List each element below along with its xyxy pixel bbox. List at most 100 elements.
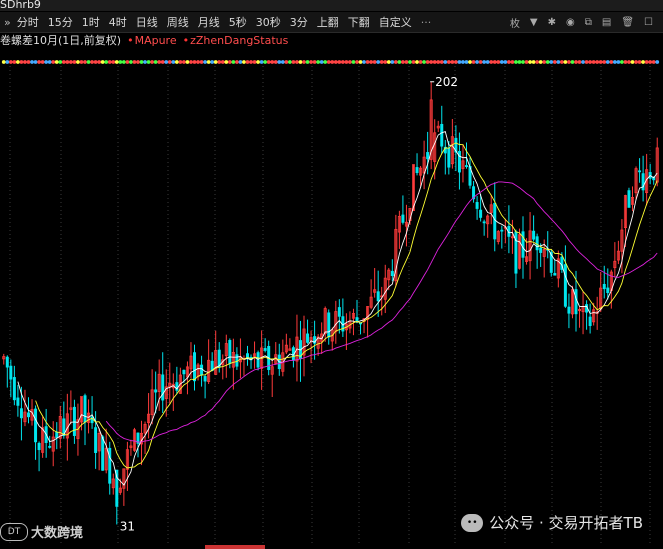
status-dot [584, 60, 589, 64]
timeframe-button[interactable]: 自定义 [379, 14, 412, 30]
status-dot [482, 60, 487, 64]
status-dot [577, 60, 582, 64]
status-dot [439, 60, 444, 64]
status-dot [291, 60, 296, 64]
candle-body [154, 389, 158, 393]
timeframe-button[interactable]: 1时 [82, 14, 100, 30]
candle-body [464, 165, 468, 167]
timeframe-button[interactable]: 3分 [290, 14, 308, 30]
status-dot [598, 60, 603, 64]
status-dot [627, 60, 631, 64]
status-dot [167, 60, 172, 64]
chart-legend: 卷螺差10月(1日,前复权) •MApure •zZhenDangStatus [0, 32, 294, 48]
window-icon[interactable]: ☐ [644, 17, 653, 28]
status-dot [563, 60, 568, 64]
indicator-legend-item[interactable]: •zZhenDangStatus [183, 34, 289, 47]
status-dot [436, 60, 441, 64]
status-dot [118, 60, 123, 64]
candle-body [447, 147, 451, 168]
timeframe-button[interactable]: 4时 [109, 14, 127, 30]
timeframe-button[interactable]: 周线 [167, 14, 189, 30]
status-dot [503, 60, 508, 64]
status-dot [280, 60, 285, 64]
candle-body [574, 289, 578, 315]
status-dot [340, 60, 345, 64]
status-dot [616, 60, 621, 64]
status-dot [510, 60, 515, 64]
timeframe-button[interactable]: 30秒 [256, 14, 281, 30]
status-dot [65, 60, 70, 64]
candle-body [72, 406, 76, 436]
timeframe-button[interactable]: 日线 [136, 14, 158, 30]
eye-icon[interactable]: ◉ [566, 17, 575, 28]
horizontal-scrollbar[interactable] [205, 545, 265, 549]
status-dot [266, 60, 271, 64]
status-dot [602, 60, 607, 64]
max-label: 202 [435, 75, 458, 89]
status-dot [5, 60, 10, 64]
status-dot [457, 60, 462, 64]
status-dot [549, 60, 554, 64]
status-dot [33, 60, 38, 64]
status-dot [160, 60, 165, 64]
status-dot [206, 60, 211, 64]
status-dot [319, 60, 324, 64]
brand-logo: DT [0, 522, 28, 541]
status-dot [415, 60, 419, 64]
status-dot [418, 60, 423, 64]
settings-icon[interactable]: ✱ [548, 17, 556, 28]
candle-body [327, 312, 331, 338]
status-dot [132, 60, 137, 64]
status-dot [114, 60, 119, 64]
candle-body [588, 316, 592, 326]
status-dot [425, 60, 430, 64]
timeframe-button[interactable]: 下翻 [348, 14, 370, 30]
candle-body [535, 236, 539, 251]
price-chart[interactable]: 202 31 [0, 52, 663, 544]
note-icon[interactable]: 枚 [510, 15, 520, 30]
candle-body [200, 364, 204, 376]
indicator-label: zZhenDangStatus [190, 33, 289, 47]
status-dot [401, 60, 405, 64]
status-dot [1, 60, 6, 64]
status-dot [383, 60, 388, 64]
candle-body [193, 352, 197, 382]
delete-icon[interactable]: 🗑 [621, 17, 634, 28]
indicator-legend-item[interactable]: •MApure [127, 34, 177, 47]
status-dot [535, 60, 540, 64]
candle-body [415, 167, 419, 173]
status-dot [588, 60, 593, 64]
status-dot [8, 60, 13, 64]
status-dot [203, 60, 208, 64]
status-dot [429, 60, 434, 64]
candle-body [440, 123, 444, 147]
status-dot [277, 60, 282, 64]
timeframe-button[interactable]: 上翻 [317, 14, 339, 30]
status-dot [273, 60, 278, 64]
candle-body [306, 333, 310, 343]
status-dot [323, 60, 328, 64]
timeframe-button[interactable]: 月线 [198, 14, 220, 30]
status-dot [393, 60, 398, 64]
status-dot [358, 60, 363, 64]
status-dot [252, 60, 257, 64]
more-button[interactable]: ··· [421, 16, 432, 29]
status-dot [637, 60, 642, 64]
status-dot [316, 60, 321, 64]
status-dot [298, 60, 303, 64]
status-dot [408, 60, 412, 64]
status-dot [61, 60, 66, 64]
timeframe-button[interactable]: 5秒 [229, 14, 247, 30]
status-dot [478, 60, 483, 64]
status-dot [492, 60, 497, 64]
candle-body [26, 412, 30, 418]
wechat-icon: •• [461, 513, 484, 532]
layout-icon[interactable]: ▤ [602, 17, 611, 28]
filter-icon[interactable]: ▼ [530, 17, 538, 28]
double-chevron-right-icon[interactable]: » [4, 16, 11, 29]
copy-icon[interactable]: ⧉ [585, 17, 592, 28]
symbol-title: SDhrb9 [0, 0, 41, 11]
status-dot [351, 60, 356, 64]
timeframe-button[interactable]: 分时 [17, 14, 39, 30]
timeframe-button[interactable]: 15分 [48, 14, 73, 30]
